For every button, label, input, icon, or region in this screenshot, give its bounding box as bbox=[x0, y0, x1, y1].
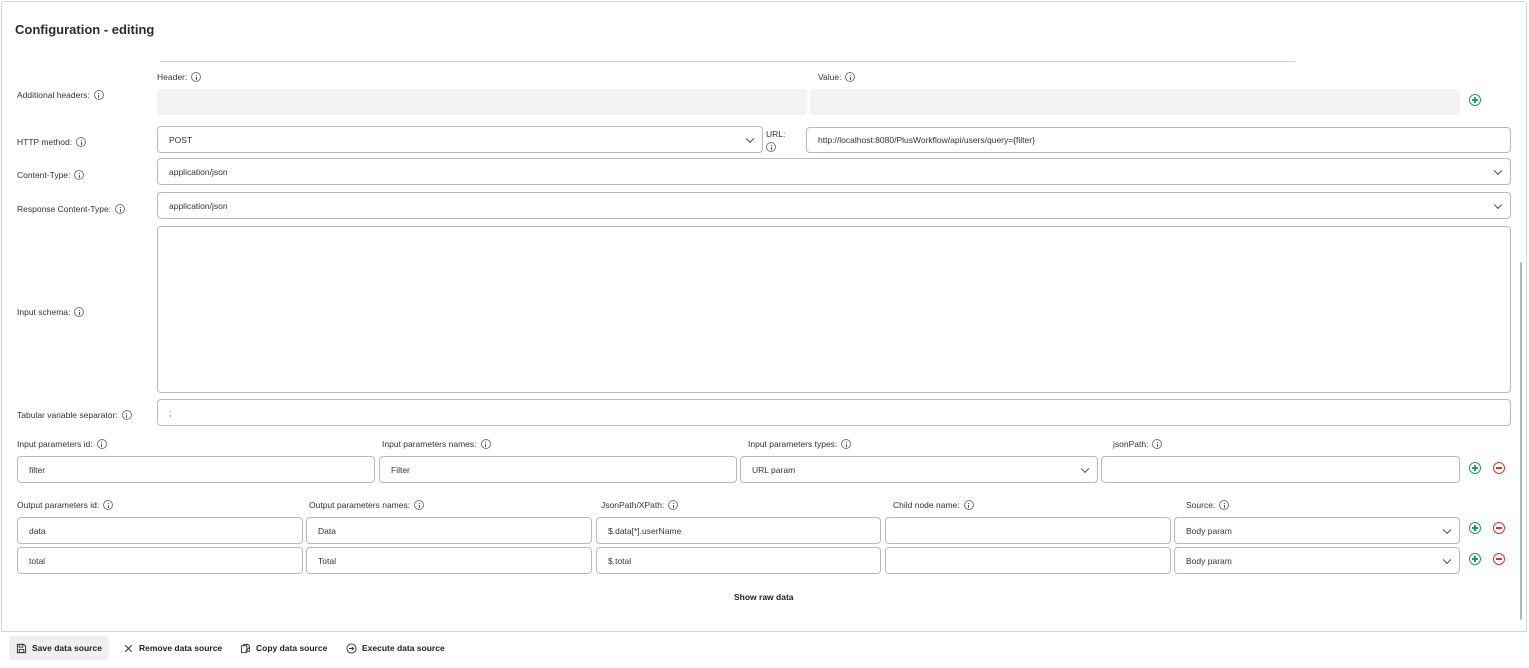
info-icon[interactable] bbox=[76, 137, 87, 147]
output-param-path-field[interactable]: $.total bbox=[596, 547, 881, 574]
remove-label: Remove data source bbox=[139, 643, 223, 653]
response-content-type-value: application/json bbox=[169, 200, 228, 211]
output-param-id-value: data bbox=[29, 525, 46, 536]
output-param-id-field[interactable]: data bbox=[17, 517, 303, 544]
info-icon[interactable] bbox=[74, 307, 85, 317]
output-params-child-header: Child node name: bbox=[893, 500, 974, 510]
info-icon[interactable] bbox=[93, 90, 104, 100]
save-data-source-button[interactable]: Save data source bbox=[9, 636, 109, 660]
info-icon[interactable] bbox=[766, 142, 776, 152]
response-content-type-select[interactable]: application/json bbox=[157, 192, 1511, 219]
content-type-select[interactable]: application/json bbox=[157, 158, 1511, 185]
additional-headers-label: Additional headers: bbox=[17, 90, 104, 100]
info-icon[interactable] bbox=[103, 500, 114, 510]
info-icon[interactable] bbox=[1152, 439, 1163, 449]
input-param-jsonpath-field[interactable] bbox=[1101, 456, 1460, 483]
output-param-child-field[interactable] bbox=[885, 517, 1171, 544]
output-param-id-field[interactable]: total bbox=[17, 547, 303, 574]
content-type-label: Content-Type: bbox=[17, 170, 85, 180]
save-icon bbox=[16, 643, 27, 653]
input-param-id-value: filter bbox=[29, 464, 46, 475]
output-param-path-field[interactable]: $.data[*].userName bbox=[596, 517, 881, 544]
info-icon[interactable] bbox=[480, 439, 491, 449]
info-icon[interactable] bbox=[191, 72, 202, 82]
execute-data-source-button[interactable]: Execute data source bbox=[339, 636, 452, 660]
info-icon[interactable] bbox=[1219, 500, 1230, 510]
output-params-id-header: Output parameters id: bbox=[17, 500, 114, 510]
http-method-select[interactable]: POST bbox=[157, 126, 763, 153]
output-param-name-field[interactable]: Total bbox=[306, 547, 592, 574]
page-title: Configuration - editing bbox=[15, 22, 155, 37]
info-icon[interactable] bbox=[115, 204, 126, 214]
tabular-separator-input[interactable]: ; bbox=[157, 399, 1511, 426]
input-param-type-select[interactable]: URL param bbox=[740, 456, 1098, 483]
tabular-separator-label: Tabular variable separator: bbox=[17, 410, 132, 420]
output-param-path-value: $.total bbox=[608, 555, 632, 566]
info-icon[interactable] bbox=[121, 410, 132, 420]
output-params-names-header: Output parameters names: bbox=[309, 500, 425, 510]
info-icon[interactable] bbox=[963, 500, 974, 510]
output-param-name-value: Data bbox=[318, 525, 336, 536]
add-header-icon[interactable] bbox=[1469, 94, 1481, 106]
input-params-types-header: Input parameters types: bbox=[748, 439, 852, 449]
info-icon[interactable] bbox=[74, 170, 85, 180]
info-icon[interactable] bbox=[414, 500, 425, 510]
url-label: URL: bbox=[766, 129, 785, 154]
info-icon[interactable] bbox=[668, 500, 679, 510]
output-params-source-header: Source: bbox=[1186, 500, 1230, 510]
header-column-label: Header: bbox=[157, 72, 202, 82]
tabular-separator-value: ; bbox=[169, 407, 172, 418]
remove-output-param-icon[interactable] bbox=[1493, 522, 1505, 534]
output-param-source-value: Body param bbox=[1186, 525, 1232, 536]
header-value-input[interactable] bbox=[810, 89, 1460, 115]
output-param-path-value: $.data[*].userName bbox=[608, 525, 682, 536]
input-param-id-field[interactable]: filter bbox=[17, 456, 375, 483]
output-param-source-select[interactable]: Body param bbox=[1174, 547, 1460, 574]
input-params-jsonpath-header: jsonPath: bbox=[1113, 439, 1163, 449]
url-input[interactable]: http://localhost:8080/PlusWorkflow/api/u… bbox=[806, 127, 1511, 153]
copy-data-source-button[interactable]: Copy data source bbox=[233, 636, 334, 660]
input-params-names-header: Input parameters names: bbox=[382, 439, 491, 449]
scrollbar[interactable] bbox=[1520, 262, 1522, 620]
execute-icon bbox=[346, 642, 357, 654]
action-bar bbox=[1, 631, 1527, 667]
input-param-name-field[interactable]: Filter bbox=[379, 456, 737, 483]
value-column-label: Value: bbox=[818, 72, 856, 82]
content-type-value: application/json bbox=[169, 166, 228, 177]
output-param-name-value: Total bbox=[318, 555, 336, 566]
http-method-label: HTTP method: bbox=[17, 137, 87, 147]
output-param-source-select[interactable]: Body param bbox=[1174, 517, 1460, 544]
output-params-path-header: JsonPath/XPath: bbox=[601, 500, 679, 510]
add-input-param-icon[interactable] bbox=[1469, 462, 1481, 474]
close-icon bbox=[124, 644, 133, 652]
info-icon[interactable] bbox=[841, 439, 852, 449]
info-icon[interactable] bbox=[96, 439, 107, 449]
input-param-name-value: Filter bbox=[391, 464, 410, 475]
output-param-source-value: Body param bbox=[1186, 555, 1232, 566]
header-name-input[interactable] bbox=[157, 89, 807, 115]
copy-icon bbox=[240, 643, 251, 653]
show-raw-data-button[interactable]: Show raw data bbox=[734, 592, 794, 602]
remove-data-source-button[interactable]: Remove data source bbox=[116, 636, 229, 660]
input-params-id-header: Input parameters id: bbox=[17, 439, 107, 449]
output-param-child-field[interactable] bbox=[885, 547, 1171, 574]
response-content-type-label: Response Content-Type: bbox=[17, 204, 126, 214]
remove-input-param-icon[interactable] bbox=[1493, 462, 1505, 474]
copy-label: Copy data source bbox=[256, 643, 328, 653]
input-param-type-value: URL param bbox=[752, 464, 796, 475]
output-param-name-field[interactable]: Data bbox=[306, 517, 592, 544]
output-param-id-value: total bbox=[29, 555, 46, 566]
divider bbox=[160, 61, 1295, 62]
execute-label: Execute data source bbox=[362, 643, 445, 653]
http-method-value: POST bbox=[169, 134, 193, 145]
url-value: http://localhost:8080/PlusWorkflow/api/u… bbox=[818, 135, 1035, 145]
remove-output-param-icon[interactable] bbox=[1493, 553, 1505, 565]
info-icon[interactable] bbox=[845, 72, 856, 82]
input-schema-label: Input schema: bbox=[17, 307, 85, 317]
add-output-param-icon[interactable] bbox=[1469, 522, 1481, 534]
input-schema-textarea[interactable] bbox=[157, 226, 1511, 393]
add-output-param-icon[interactable] bbox=[1469, 553, 1481, 565]
save-label: Save data source bbox=[32, 643, 102, 653]
